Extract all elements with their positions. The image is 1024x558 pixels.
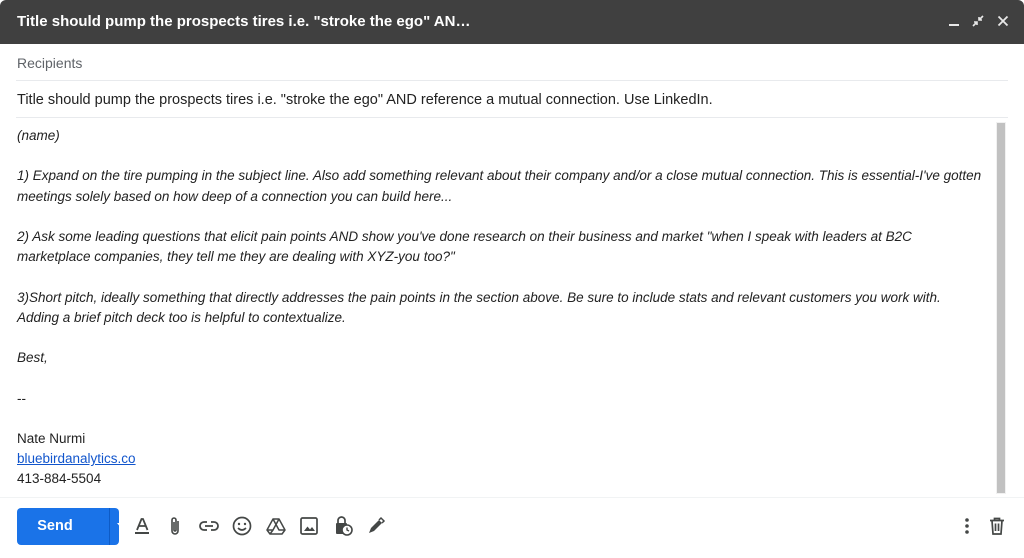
formatting-icon[interactable] [130, 514, 154, 538]
body-line: 2) Ask some leading questions that elici… [17, 228, 912, 244]
recipients-field[interactable]: Recipients [17, 55, 82, 71]
body-line: Adding a brief pitch deck too is helpful… [17, 309, 346, 325]
attach-icon[interactable] [163, 514, 187, 538]
link-icon[interactable] [197, 514, 221, 538]
divider [0, 497, 1024, 498]
message-body[interactable]: (name) 1) Expand on the tire pumping in … [17, 126, 992, 490]
photo-icon[interactable] [297, 514, 321, 538]
body-line: 1) Expand on the tire pumping in the sub… [17, 168, 982, 184]
confidential-mode-icon[interactable] [331, 514, 355, 538]
trash-icon[interactable] [985, 514, 1009, 538]
signature-separator: -- [17, 390, 26, 406]
exit-fullscreen-icon[interactable] [968, 12, 988, 32]
close-icon[interactable] [993, 12, 1013, 32]
send-label: Send [37, 518, 73, 534]
signature-phone: 413-884-5504 [17, 471, 102, 487]
compose-title-bar[interactable]: Title should pump the prospects tires i.… [0, 0, 1024, 44]
compose-title: Title should pump the prospects tires i.… [17, 13, 471, 30]
scrollbar-thumb[interactable] [997, 123, 1005, 493]
subject-field[interactable]: Title should pump the prospects tires i.… [17, 92, 713, 108]
body-line: meetings solely based on how deep of a c… [17, 188, 453, 204]
drive-icon[interactable] [264, 514, 288, 538]
signature-link[interactable]: bluebirdanalytics.co [17, 451, 136, 466]
body-closing: Best, [17, 350, 48, 366]
body-line: marketplace companies, they tell me they… [17, 249, 455, 265]
signature-icon[interactable] [364, 514, 388, 538]
more-options-icon[interactable] [955, 514, 979, 538]
signature-name: Nate Nurmi [17, 430, 86, 446]
emoji-icon[interactable] [230, 514, 254, 538]
body-line: 3)Short pitch, ideally something that di… [17, 289, 941, 305]
body-line: (name) [17, 128, 60, 143]
minimize-icon[interactable] [944, 12, 964, 32]
divider [16, 80, 1008, 81]
divider [16, 117, 1008, 118]
send-button[interactable]: Send [17, 508, 127, 545]
chevron-down-icon [117, 523, 127, 529]
